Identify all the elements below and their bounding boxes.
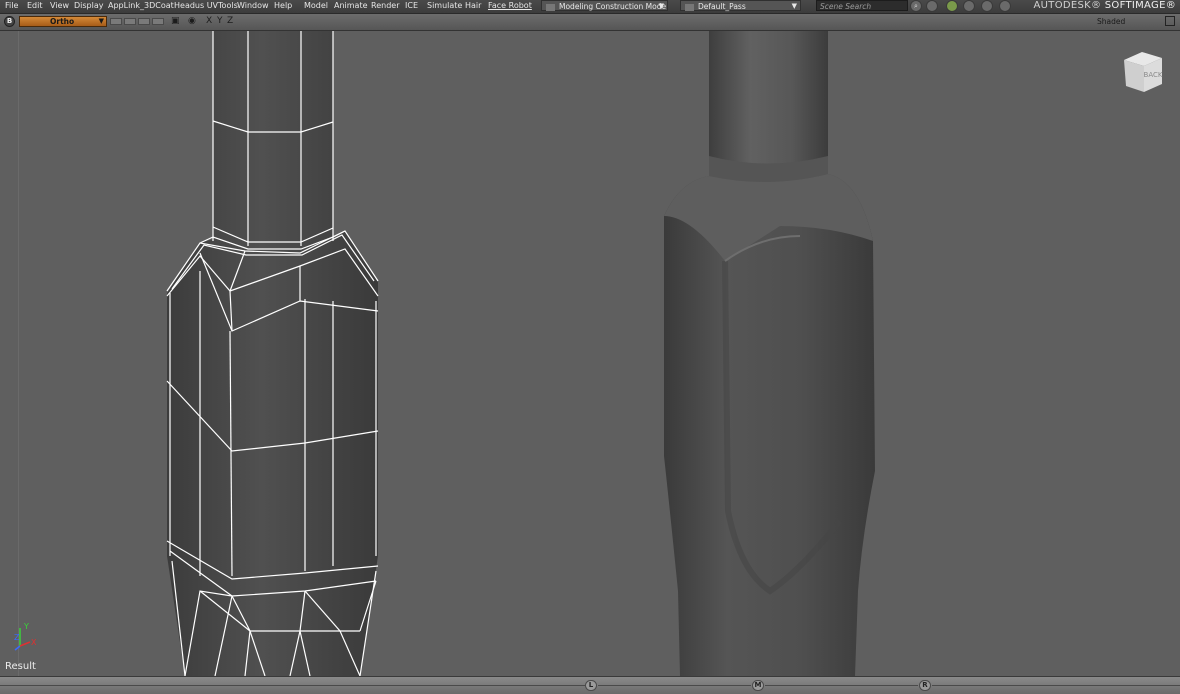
netview-icon[interactable] (946, 0, 958, 12)
render-pass-value: Default_Pass (698, 2, 746, 11)
camera-value: Ortho (50, 17, 75, 26)
main-menubar: File Edit View Display AppLink_3DCoat He… (0, 0, 1180, 14)
camera-icon[interactable]: ▣ (171, 16, 180, 26)
timeline-left-button[interactable]: L (585, 680, 597, 691)
viewport-option-4[interactable] (152, 18, 164, 25)
axis-z-label: Z (14, 633, 20, 642)
construction-mode-dropdown[interactable]: Modeling Construction Mode ▼ (541, 0, 668, 11)
chevron-down-icon: ▼ (658, 2, 664, 10)
menu-file[interactable]: File (5, 1, 18, 10)
timeline-track-left (0, 685, 585, 686)
menu-display[interactable]: Display (74, 1, 104, 10)
viewport-status-label: Result (5, 661, 36, 672)
axis-z-toggle[interactable]: Z (227, 16, 233, 26)
construction-mode-value: Modeling Construction Mode (559, 2, 667, 11)
mode-icon (546, 3, 555, 11)
display-mode-menu[interactable]: Shaded (1097, 17, 1125, 26)
menu-render[interactable]: Render (371, 1, 399, 10)
timeline-track-right (765, 685, 918, 686)
explorer-icon[interactable] (981, 0, 993, 12)
chevron-down-icon: ▼ (791, 2, 797, 10)
axis-y-toggle[interactable]: Y (217, 16, 223, 26)
axis-x-toggle[interactable]: X (206, 16, 212, 26)
menu-simulate[interactable]: Simulate (427, 1, 462, 10)
navigation-cube[interactable]: BACK (1120, 48, 1166, 94)
menu-headus[interactable]: Headus UVTools (174, 1, 238, 10)
schematic-icon[interactable] (999, 0, 1011, 12)
menu-face-robot[interactable]: Face Robot (488, 1, 532, 10)
timeline-track-mid (598, 685, 751, 686)
brand-name: SOFTIMAGE® (1104, 0, 1176, 11)
axis-y-label: Y (23, 622, 29, 631)
axis-gizmo: Y Z X (14, 622, 37, 651)
menu-hair[interactable]: Hair (465, 1, 481, 10)
timeline-right-button[interactable]: R (919, 680, 931, 691)
menu-view[interactable]: View (50, 1, 69, 10)
menu-window[interactable]: Window (237, 1, 269, 10)
render-pass-dropdown[interactable]: Default_Pass ▼ (680, 0, 801, 11)
timeline-track-end (932, 685, 1180, 686)
clear-search-icon[interactable] (926, 0, 938, 12)
navcube-face-label: BACK (1144, 71, 1163, 79)
timeline-middle-button[interactable]: M (752, 680, 764, 691)
scene-search-input[interactable]: Scene Search (816, 0, 908, 11)
menu-animate[interactable]: Animate (334, 1, 368, 10)
maximize-viewport-button[interactable] (1165, 16, 1175, 26)
menu-ice[interactable]: ICE (405, 1, 418, 10)
eye-icon[interactable]: ◉ (188, 16, 196, 26)
brand-prefix: AUTODESK® (1033, 0, 1102, 11)
menu-edit[interactable]: Edit (27, 1, 43, 10)
menu-model[interactable]: Model (304, 1, 328, 10)
chevron-down-icon: ▼ (98, 17, 104, 25)
viewport-option-1[interactable] (110, 18, 122, 25)
viewport-header: B Ortho ▼ ▣ ◉ X Y Z Shaded (0, 14, 1180, 31)
pass-icon (685, 3, 694, 11)
viewport-option-3[interactable] (138, 18, 150, 25)
viewport-frame (18, 31, 1164, 676)
menu-help[interactable]: Help (274, 1, 292, 10)
playback-icon[interactable] (963, 0, 975, 12)
search-icon[interactable]: ⌕ (910, 0, 922, 12)
timeline-bar: L M R (0, 676, 1180, 694)
axis-x-label: X (31, 638, 37, 647)
menu-applink[interactable]: AppLink_3DCoat (108, 1, 174, 10)
app-brand: AUTODESK® SOFTIMAGE® (1034, 0, 1176, 11)
camera-dropdown[interactable]: Ortho ▼ (19, 16, 107, 27)
viewport-option-2[interactable] (124, 18, 136, 25)
viewport-letter-badge[interactable]: B (4, 16, 15, 27)
